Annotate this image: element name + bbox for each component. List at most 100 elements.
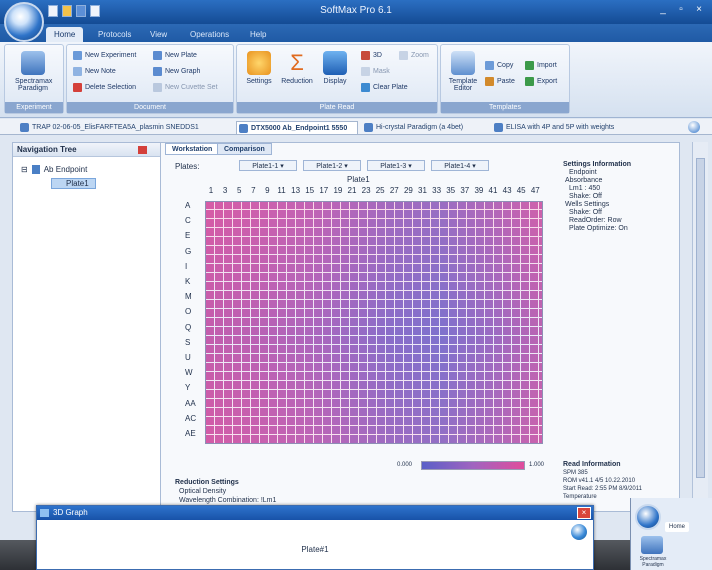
templates-group: Template Editor Copy Import Paste Export… <box>440 44 570 114</box>
window-title: SoftMax Pro 6.1 <box>320 5 392 16</box>
new-note-button[interactable]: New Note <box>73 65 116 78</box>
column-label: 43 <box>502 186 512 195</box>
column-label: 29 <box>403 186 413 195</box>
3d-button[interactable]: 3D <box>361 49 382 62</box>
plate-heatmap-grid[interactable] <box>205 201 543 444</box>
zoom-icon <box>399 50 408 60</box>
tab-workstation[interactable]: Workstation <box>165 143 220 155</box>
group-caption: Plate Read <box>237 102 437 113</box>
mini-app-orb[interactable] <box>635 504 661 530</box>
read-information: Read Information SPM 385 ROM v41.1 4/5 1… <box>563 461 642 500</box>
mask-button[interactable]: Mask <box>361 65 390 78</box>
column-label: 9 <box>265 186 270 195</box>
spectramax-paradigm-button[interactable]: Spectramax Paradigm <box>15 49 52 101</box>
settings-button[interactable]: Settings <box>241 49 277 101</box>
reduction-button[interactable]: Σ Reduction <box>279 49 315 101</box>
tab-protocols[interactable]: Protocols <box>90 27 139 42</box>
navigation-title: Navigation Tree <box>17 145 77 154</box>
mini-paradigm-label[interactable]: Spectramax Paradigm <box>633 556 673 568</box>
app-orb-button[interactable] <box>4 2 44 42</box>
scroll-thumb[interactable] <box>696 158 705 478</box>
close-button[interactable]: × <box>690 4 708 18</box>
tab-view[interactable]: View <box>142 27 175 42</box>
column-label: 41 <box>488 186 498 195</box>
graph-plate-title: Plate#1 <box>301 545 329 554</box>
copy-button[interactable]: Copy <box>485 59 513 72</box>
row-label: G <box>185 246 192 256</box>
plate-tab-3[interactable]: Plate1-3 ▾ <box>367 160 425 171</box>
row-label: AC <box>185 413 197 423</box>
navigation-header: Navigation Tree <box>13 143 161 157</box>
tab-operations[interactable]: Operations <box>182 27 237 42</box>
row-label: S <box>185 337 191 347</box>
row-label: AE <box>185 429 196 438</box>
display-button[interactable]: Display <box>317 49 353 101</box>
tab-home[interactable]: Home <box>46 27 84 42</box>
document-icon <box>494 123 503 132</box>
tree-root[interactable]: ⊟ Ab Endpoint <box>21 165 87 175</box>
row-label: M <box>185 292 192 302</box>
maximize-button[interactable]: ▫ <box>672 4 690 18</box>
column-label: 19 <box>333 186 343 195</box>
3d-icon <box>361 50 370 60</box>
graph-help-icon[interactable] <box>571 524 587 540</box>
row-label: O <box>185 307 192 317</box>
template-editor-button[interactable]: Template Editor <box>445 49 481 101</box>
legend-min: 0.000 <box>397 462 413 468</box>
group-caption: Templates <box>441 102 569 113</box>
doc-tab-trap[interactable]: TRAP 02-06-05_ElisFARFTEA5A_plasmin SNED… <box>18 121 232 134</box>
import-button[interactable]: Import <box>525 59 557 72</box>
minimize-button[interactable]: _ <box>654 4 672 18</box>
row-label: U <box>185 353 191 362</box>
doc-tab-dtx5000[interactable]: DTX5000 Ab_Endpoint1 5550 <box>236 121 358 134</box>
experiment-group: Spectramax Paradigm Experiment <box>4 44 64 114</box>
new-cuvette-set-button[interactable]: New Cuvette Set <box>153 81 218 94</box>
row-label: Y <box>185 383 191 393</box>
instrument-icon <box>21 51 45 75</box>
export-icon <box>525 76 534 86</box>
sigma-icon: Σ <box>290 50 304 75</box>
navigation-pane: Navigation Tree ⊟ Ab Endpoint Plate1 <box>12 142 162 512</box>
column-label: 13 <box>291 186 301 195</box>
mini-tab-home[interactable]: Home <box>665 522 690 532</box>
help-globe-icon[interactable] <box>688 121 700 133</box>
document-icon <box>20 123 29 132</box>
export-button[interactable]: Export <box>525 75 557 88</box>
graph-close-button[interactable]: × <box>577 507 591 519</box>
tab-comparison[interactable]: Comparison <box>217 143 272 155</box>
clear-plate-button[interactable]: Clear Plate <box>361 81 408 94</box>
softmax-app-window: SoftMax Pro 6.1 _ ▫ × Home Protocols Vie… <box>0 0 712 570</box>
new-graph-button[interactable]: New Graph <box>153 65 200 78</box>
plate-tab-4[interactable]: Plate1-4 ▾ <box>431 160 489 171</box>
delete-node-icon[interactable] <box>138 146 147 154</box>
column-label: 31 <box>418 186 427 195</box>
plate-title: Plate1 <box>347 175 370 184</box>
column-label: 21 <box>347 186 357 195</box>
settings-information: Settings Information Endpoint Absorbance… <box>563 161 632 232</box>
plate-tab-1[interactable]: Plate1-1 ▾ <box>239 160 297 171</box>
column-label: 39 <box>474 186 484 195</box>
vertical-scrollbar[interactable] <box>692 142 708 512</box>
delete-selection-button[interactable]: Delete Selection <box>73 81 136 94</box>
doc-tab-elisa[interactable]: ELISA with 4P and 5P with weights <box>492 121 658 134</box>
column-label: 15 <box>305 186 315 195</box>
ribbon: Spectramax Paradigm Experiment New Exper… <box>0 42 712 118</box>
plate-tab-2[interactable]: Plate1-2 ▾ <box>303 160 361 171</box>
3d-graph-window: 3D Graph × Plate#1 <box>36 505 594 570</box>
new-experiment-button[interactable]: New Experiment <box>73 49 136 62</box>
column-label: 37 <box>460 186 470 195</box>
tab-help[interactable]: Help <box>242 27 274 42</box>
tree-node-plate1[interactable]: Plate1 <box>51 178 96 189</box>
paste-button[interactable]: Paste <box>485 75 515 88</box>
new-plate-button[interactable]: New Plate <box>153 49 197 62</box>
zoom-button[interactable]: Zoom <box>399 49 429 62</box>
expand-icon[interactable]: ⊟ <box>21 165 28 174</box>
color-scale-legend <box>421 461 525 470</box>
doc-tab-hi-crystal[interactable]: Hi-crystal Paradigm (a 4bet) <box>362 121 486 134</box>
column-label: 35 <box>446 186 456 195</box>
column-label: 45 <box>516 186 526 195</box>
clear-plate-icon <box>361 82 370 92</box>
new-plate-icon <box>153 50 162 60</box>
column-label: 7 <box>251 186 256 195</box>
cuvette-icon <box>153 82 162 92</box>
